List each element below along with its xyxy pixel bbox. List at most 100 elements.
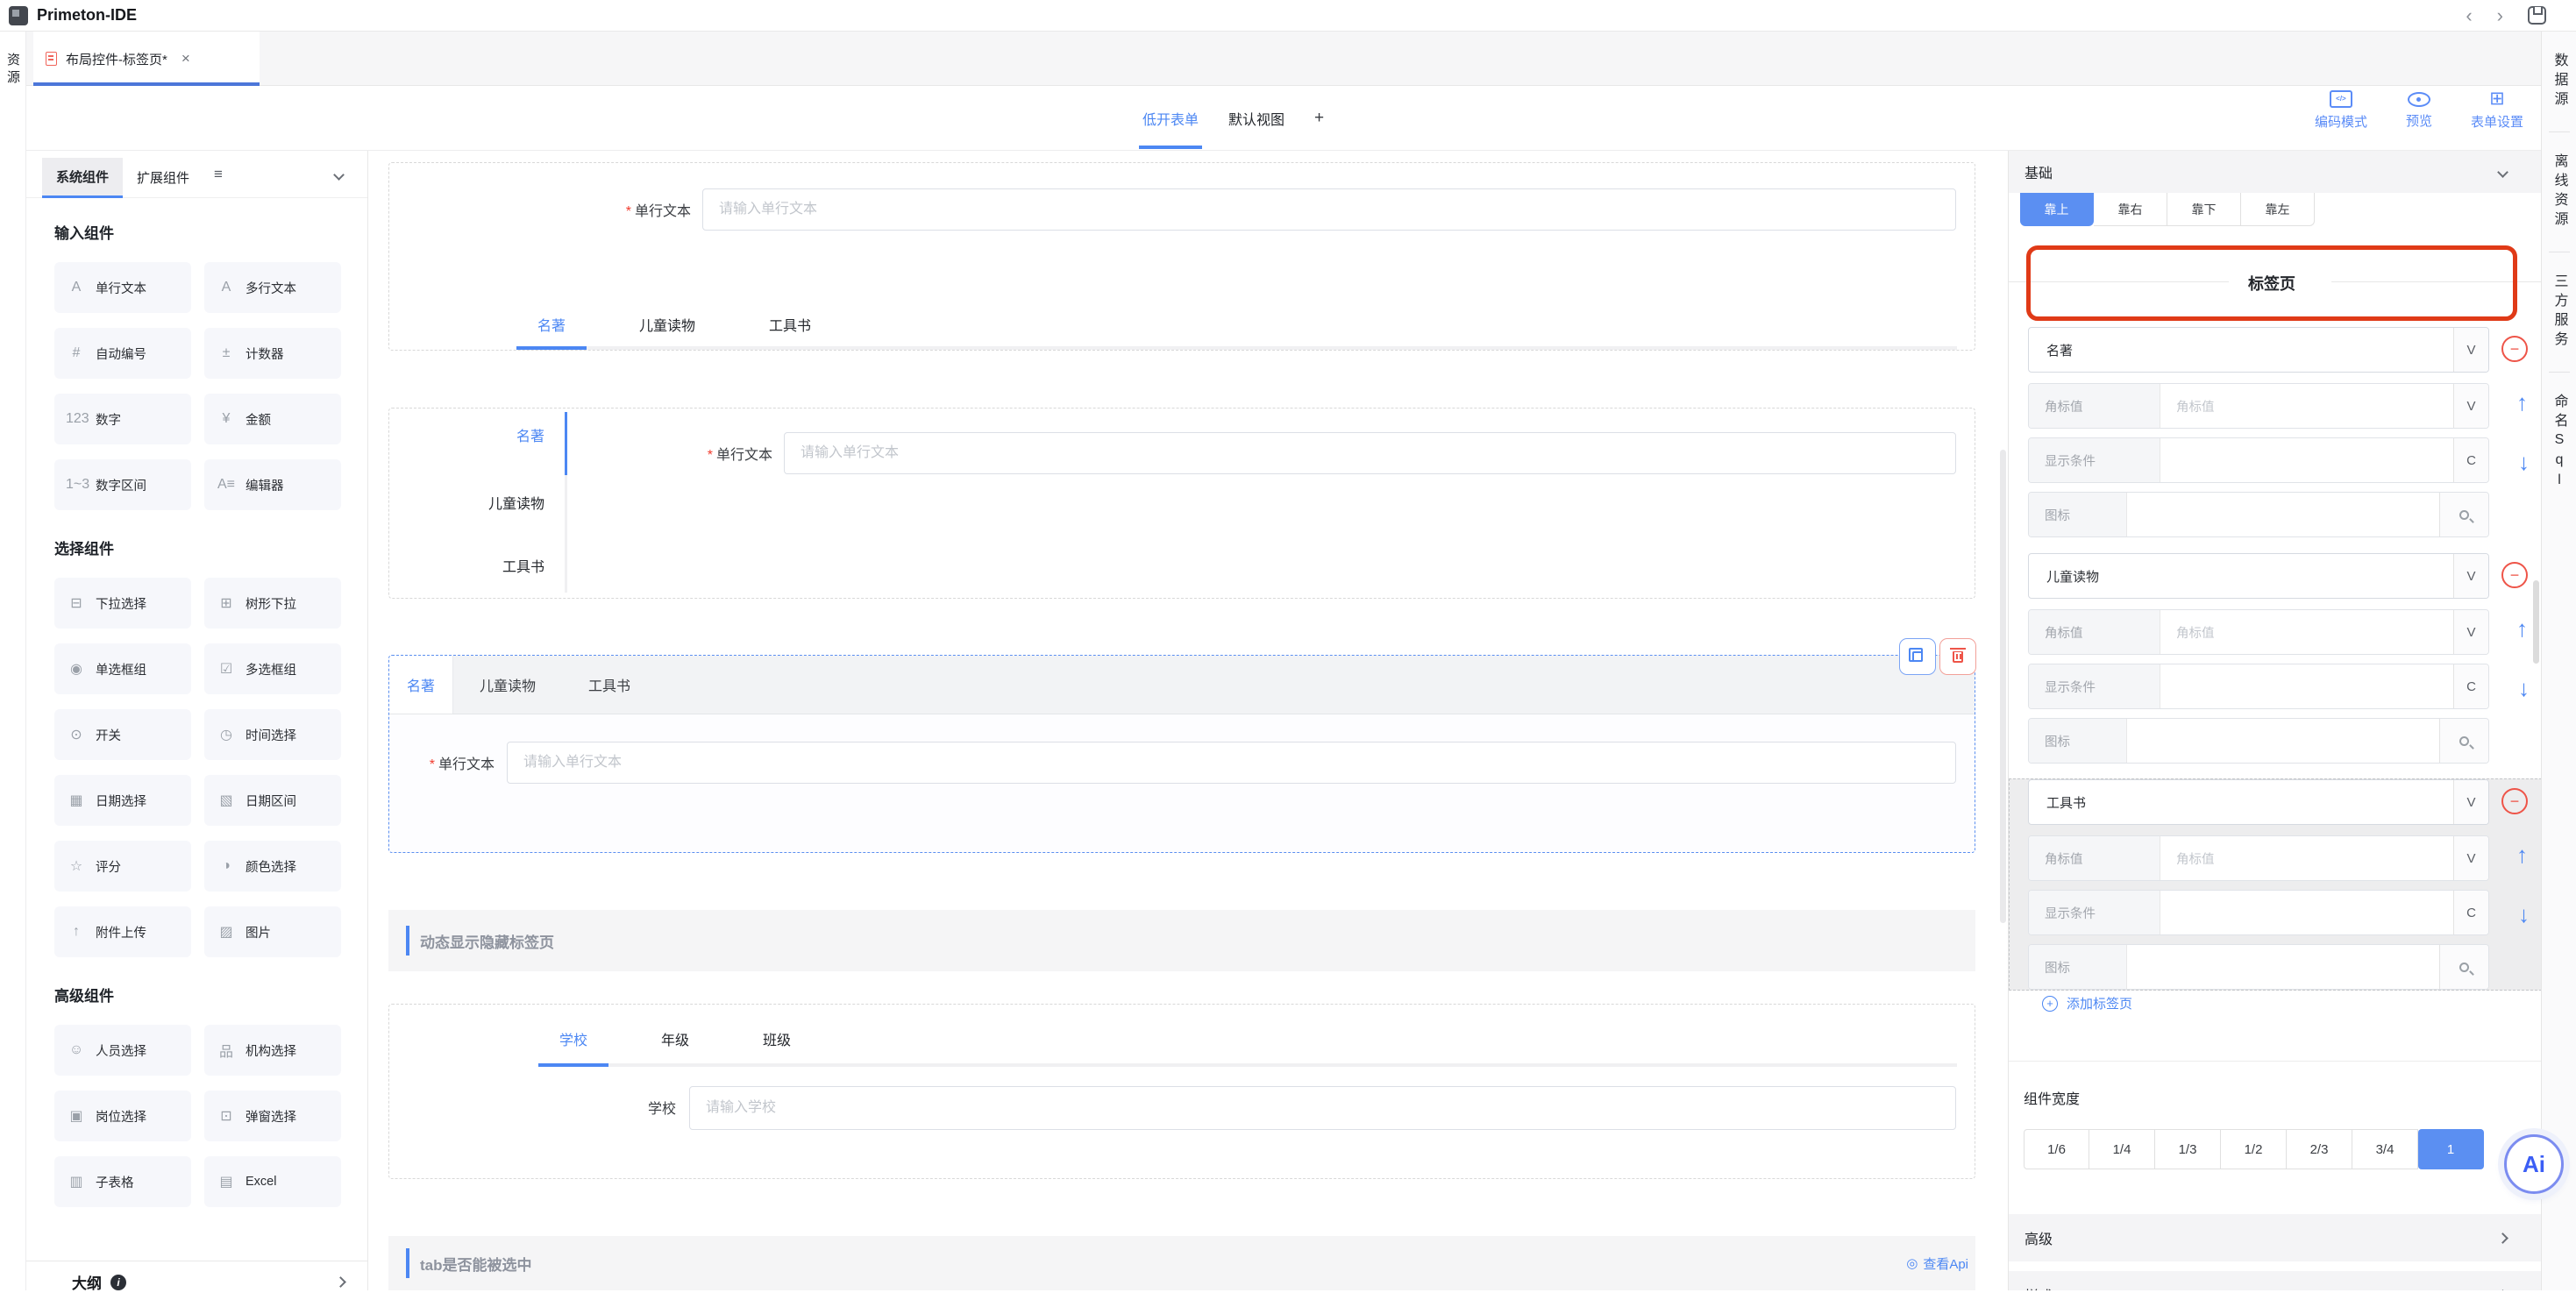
- single-line-text-input[interactable]: [507, 742, 1956, 784]
- palette-item[interactable]: ◷时间选择: [204, 709, 341, 760]
- right-strip-item[interactable]: 命名Sql: [2549, 373, 2570, 514]
- badge-input[interactable]: 角标值: [2160, 384, 2453, 428]
- view-api-link[interactable]: ◎ 查看Api: [1906, 1254, 1968, 1273]
- form-settings-button[interactable]: ⊞ 表单设置: [2471, 90, 2523, 131]
- icon-search-button[interactable]: [2439, 493, 2488, 536]
- remove-tab-button[interactable]: −: [2501, 336, 2528, 362]
- tab-item[interactable]: 名著: [516, 424, 544, 445]
- palette-item[interactable]: ▨图片: [204, 906, 341, 957]
- palette-item[interactable]: A多行文本: [204, 262, 341, 313]
- move-up-button[interactable]: ↑: [2516, 389, 2528, 416]
- outline-bar[interactable]: 大纲 i: [26, 1261, 368, 1290]
- canvas-scrollbar[interactable]: [2000, 450, 2006, 923]
- basic-section-header[interactable]: 基础: [2009, 151, 2541, 193]
- move-up-button[interactable]: ↑: [2516, 615, 2528, 643]
- chevron-down-icon[interactable]: [335, 167, 343, 181]
- tab-item[interactable]: 班级: [742, 1013, 812, 1063]
- copy-component-button[interactable]: [1899, 638, 1936, 675]
- tab-item[interactable]: 儿童读物: [453, 656, 562, 714]
- palette-menu-icon[interactable]: ≡: [214, 166, 223, 183]
- position-option[interactable]: 靠左: [2241, 193, 2315, 226]
- palette-item[interactable]: ⊞树形下拉: [204, 578, 341, 629]
- right-strip-item[interactable]: 三方服务: [2549, 252, 2570, 373]
- variable-button[interactable]: V: [2453, 610, 2488, 654]
- tab-item[interactable]: 工具书: [502, 555, 544, 576]
- advanced-section-header[interactable]: 高级: [2009, 1214, 2541, 1261]
- tab-name-input[interactable]: 儿童读物V: [2028, 553, 2489, 599]
- palette-item[interactable]: 品机构选择: [204, 1025, 341, 1076]
- style-section-header[interactable]: 样式: [2009, 1271, 2541, 1290]
- width-option[interactable]: 2/3: [2287, 1129, 2352, 1169]
- palette-item[interactable]: ▤Excel: [204, 1156, 341, 1207]
- remove-tab-button[interactable]: −: [2501, 562, 2528, 588]
- palette-item[interactable]: ☆评分: [54, 841, 191, 892]
- variable-button[interactable]: V: [2453, 384, 2488, 428]
- variable-button[interactable]: V: [2453, 780, 2488, 824]
- icon-input[interactable]: [2127, 945, 2439, 989]
- palette-item[interactable]: 1~3数字区间: [54, 459, 191, 510]
- tab-item[interactable]: 年级: [640, 1013, 710, 1063]
- condition-button[interactable]: C: [2453, 664, 2488, 708]
- tab-extension-components[interactable]: 扩展组件: [123, 158, 203, 198]
- right-strip-item[interactable]: 离线资源: [2549, 132, 2570, 252]
- icon-input[interactable]: [2127, 493, 2439, 536]
- palette-item[interactable]: ¥金额: [204, 394, 341, 444]
- tab-item[interactable]: 工具书: [748, 302, 832, 346]
- ai-assistant-button[interactable]: Ai: [2504, 1134, 2564, 1194]
- tab-low-code-form[interactable]: 低开表单: [1142, 86, 1199, 151]
- move-down-button[interactable]: ↓: [2518, 675, 2530, 702]
- tab-item[interactable]: 学校: [538, 1013, 608, 1063]
- preview-button[interactable]: 预览: [2406, 90, 2432, 131]
- move-up-button[interactable]: ↑: [2516, 842, 2528, 869]
- nav-forward-icon[interactable]: ›: [2485, 7, 2516, 25]
- condition-input[interactable]: [2160, 664, 2453, 708]
- add-view-button[interactable]: +: [1314, 86, 1324, 151]
- icon-input[interactable]: [2127, 719, 2439, 763]
- palette-item[interactable]: A≡编辑器: [204, 459, 341, 510]
- tab-name-input[interactable]: 名著V: [2028, 327, 2489, 373]
- palette-item[interactable]: ☑多选框组: [204, 643, 341, 694]
- single-line-text-input[interactable]: [784, 432, 1956, 474]
- tab-system-components[interactable]: 系统组件: [42, 158, 123, 198]
- add-tab-button[interactable]: + 添加标签页: [2042, 994, 2132, 1012]
- tabs-component-left[interactable]: 名著 儿童读物 工具书 单行文本: [388, 408, 1975, 599]
- tab-item[interactable]: 名著: [389, 656, 453, 714]
- tab-item[interactable]: 工具书: [562, 656, 657, 714]
- palette-item[interactable]: ⊟下拉选择: [54, 578, 191, 629]
- code-mode-button[interactable]: </> 编码模式: [2315, 90, 2367, 131]
- width-option[interactable]: 1/3: [2155, 1129, 2221, 1169]
- condition-button[interactable]: C: [2453, 891, 2488, 934]
- position-option[interactable]: 靠下: [2167, 193, 2241, 226]
- width-option[interactable]: 1/4: [2089, 1129, 2155, 1169]
- resource-strip-label[interactable]: 资源: [4, 53, 22, 88]
- file-tab[interactable]: 布局控件-标签页* ×: [33, 32, 260, 86]
- palette-item[interactable]: ⊙开关: [54, 709, 191, 760]
- condition-input[interactable]: [2160, 891, 2453, 934]
- right-strip-item[interactable]: 数据源: [2549, 32, 2570, 132]
- tabs-component-bottom[interactable]: 单行文本 名著 儿童读物 工具书: [388, 162, 1975, 351]
- tabs-component-selected[interactable]: 名著 儿童读物 工具书 单行文本: [388, 655, 1975, 853]
- save-icon[interactable]: [2528, 6, 2546, 25]
- width-option[interactable]: 1: [2418, 1129, 2484, 1169]
- palette-item[interactable]: ▥子表格: [54, 1156, 191, 1207]
- single-line-text-input[interactable]: [702, 188, 1956, 231]
- width-option[interactable]: 3/4: [2352, 1129, 2418, 1169]
- palette-item[interactable]: ±计数器: [204, 328, 341, 379]
- position-option[interactable]: 靠上: [2020, 193, 2094, 226]
- palette-item[interactable]: #自动编号: [54, 328, 191, 379]
- badge-input[interactable]: 角标值: [2160, 836, 2453, 880]
- tab-item[interactable]: 名著: [516, 302, 587, 346]
- palette-item[interactable]: A单行文本: [54, 262, 191, 313]
- icon-search-button[interactable]: [2439, 945, 2488, 989]
- width-option[interactable]: 1/6: [2024, 1129, 2089, 1169]
- palette-item[interactable]: ◑颜色选择: [204, 841, 341, 892]
- delete-component-button[interactable]: [1939, 638, 1976, 675]
- palette-item[interactable]: ▦日期选择: [54, 775, 191, 826]
- remove-tab-button[interactable]: −: [2501, 788, 2528, 814]
- condition-button[interactable]: C: [2453, 438, 2488, 482]
- tab-item[interactable]: 儿童读物: [618, 302, 716, 346]
- tab-item[interactable]: 儿童读物: [488, 492, 544, 513]
- width-option[interactable]: 1/2: [2221, 1129, 2287, 1169]
- tab-default-view[interactable]: 默认视图: [1228, 86, 1284, 151]
- nav-back-icon[interactable]: ‹: [2453, 7, 2484, 25]
